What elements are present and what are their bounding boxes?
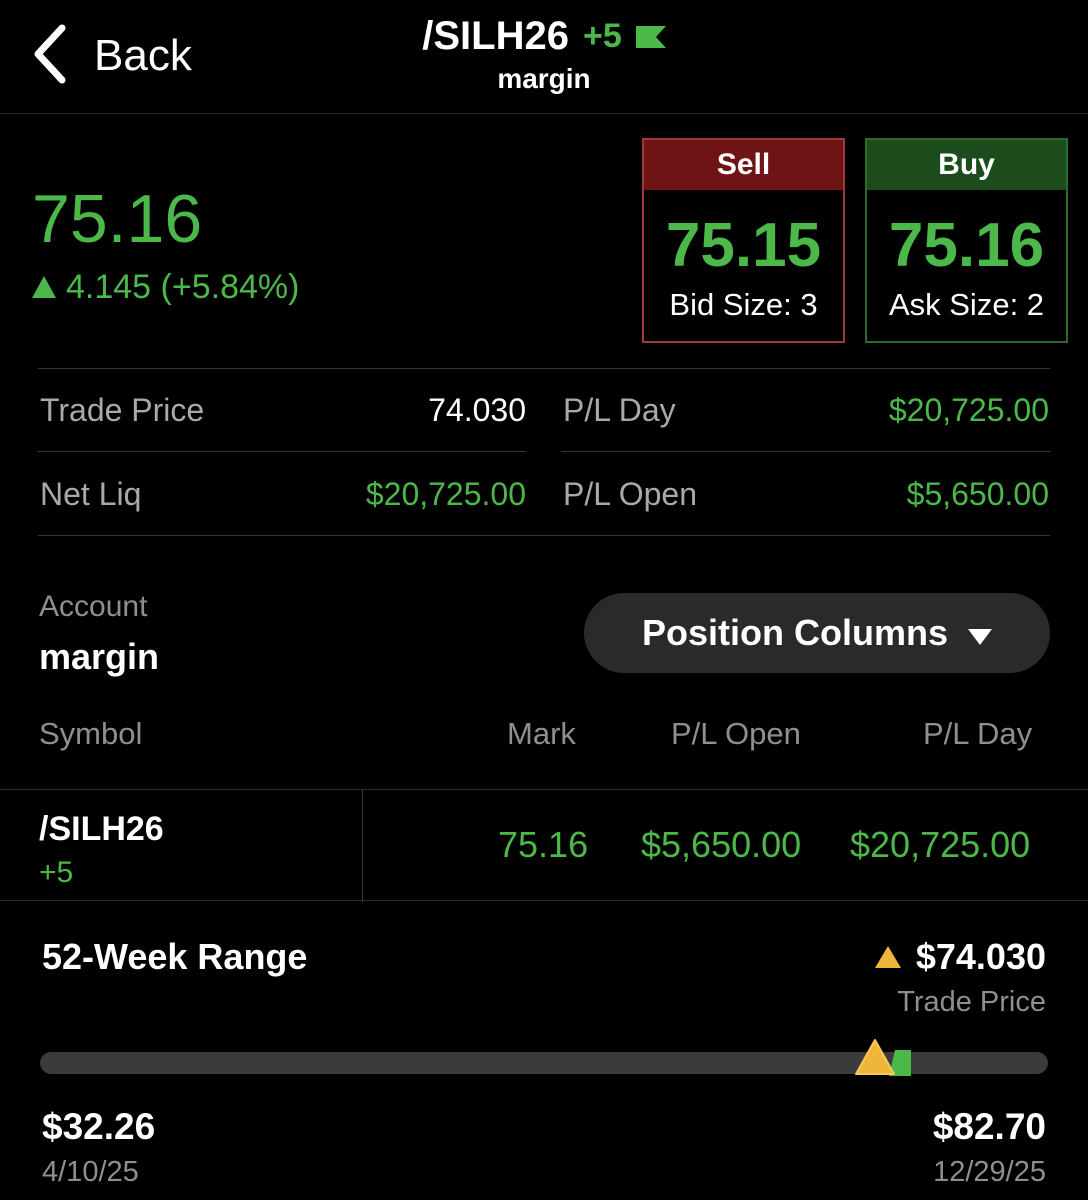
stat-value: $20,725.00 (888, 391, 1049, 428)
position-qty: +5 (582, 17, 622, 55)
column-header-pl-open[interactable]: P/L Open (671, 716, 801, 752)
range-low: $32.26 (42, 1106, 156, 1147)
divider (38, 535, 1050, 536)
account-label: Account (39, 590, 148, 623)
stat-trade-price: Trade Price 74.030 (40, 368, 526, 452)
caret-down-icon (968, 612, 992, 654)
range-trade-price-label: Trade Price (897, 986, 1046, 1018)
range-high-date: 12/29/25 (933, 1156, 1046, 1188)
trade-price-marker-icon (854, 1038, 896, 1076)
stat-label: Net Liq (40, 475, 142, 512)
bid-price: 75.15 (665, 211, 822, 280)
up-arrow-icon (32, 268, 56, 307)
flag-icon (635, 25, 666, 48)
range-title: 52-Week Range (42, 936, 308, 977)
account-value: margin (39, 636, 160, 677)
last-price: 75.16 (32, 181, 203, 257)
stat-label: Trade Price (40, 391, 205, 428)
sell-button[interactable]: Sell 75.15 Bid Size: 3 (642, 138, 845, 343)
ask-price: 75.16 (888, 211, 1045, 280)
symbol-title: /SILH26 (422, 14, 569, 58)
column-divider (362, 790, 363, 902)
column-header-pl-day[interactable]: P/L Day (923, 716, 1032, 752)
stat-pl-day: P/L Day $20,725.00 (563, 368, 1049, 452)
column-header-mark[interactable]: Mark (507, 716, 576, 752)
bid-size: Bid Size: 3 (669, 287, 818, 322)
range-trade-price: $74.030 (874, 936, 1046, 978)
stat-pl-open: P/L Open $5,650.00 (563, 452, 1049, 536)
column-header-symbol[interactable]: Symbol (39, 716, 142, 752)
price-change-value: 4.145 (+5.84%) (66, 268, 300, 306)
buy-label: Buy (867, 140, 1066, 190)
range-track (40, 1039, 1048, 1076)
stat-label: P/L Day (563, 391, 676, 428)
row-pl-day: $20,725.00 (850, 824, 1031, 865)
buy-button[interactable]: Buy 75.16 Ask Size: 2 (865, 138, 1068, 343)
row-qty: +5 (39, 856, 74, 889)
row-pl-open: $5,650.00 (641, 824, 802, 865)
range-trade-price-value: $74.030 (915, 936, 1046, 977)
stat-value: $5,650.00 (906, 475, 1049, 512)
sell-label: Sell (644, 140, 843, 190)
stat-value: $20,725.00 (365, 475, 526, 512)
stat-net-liq: Net Liq $20,725.00 (40, 452, 526, 536)
price-change: 4.145 (+5.84%) (32, 268, 299, 307)
stat-value: 74.030 (428, 391, 526, 428)
row-mark: 75.16 (498, 824, 589, 865)
nav-header: Back /SILH26 +5 margin (0, 0, 1088, 114)
page-title: /SILH26 +5 margin (0, 14, 1088, 95)
range-high: $82.70 (932, 1106, 1046, 1147)
warning-triangle-icon (874, 936, 902, 978)
range-low-date: 4/10/25 (42, 1156, 139, 1188)
position-columns-label: Position Columns (642, 612, 948, 653)
account-subtitle: margin (497, 63, 591, 94)
stat-label: P/L Open (563, 475, 698, 512)
table-row[interactable]: /SILH26 +5 75.16 $5,650.00 $20,725.00 (0, 789, 1088, 902)
position-columns-button[interactable]: Position Columns (584, 593, 1050, 673)
ask-size: Ask Size: 2 (888, 287, 1045, 322)
row-symbol: /SILH26 (39, 810, 164, 848)
